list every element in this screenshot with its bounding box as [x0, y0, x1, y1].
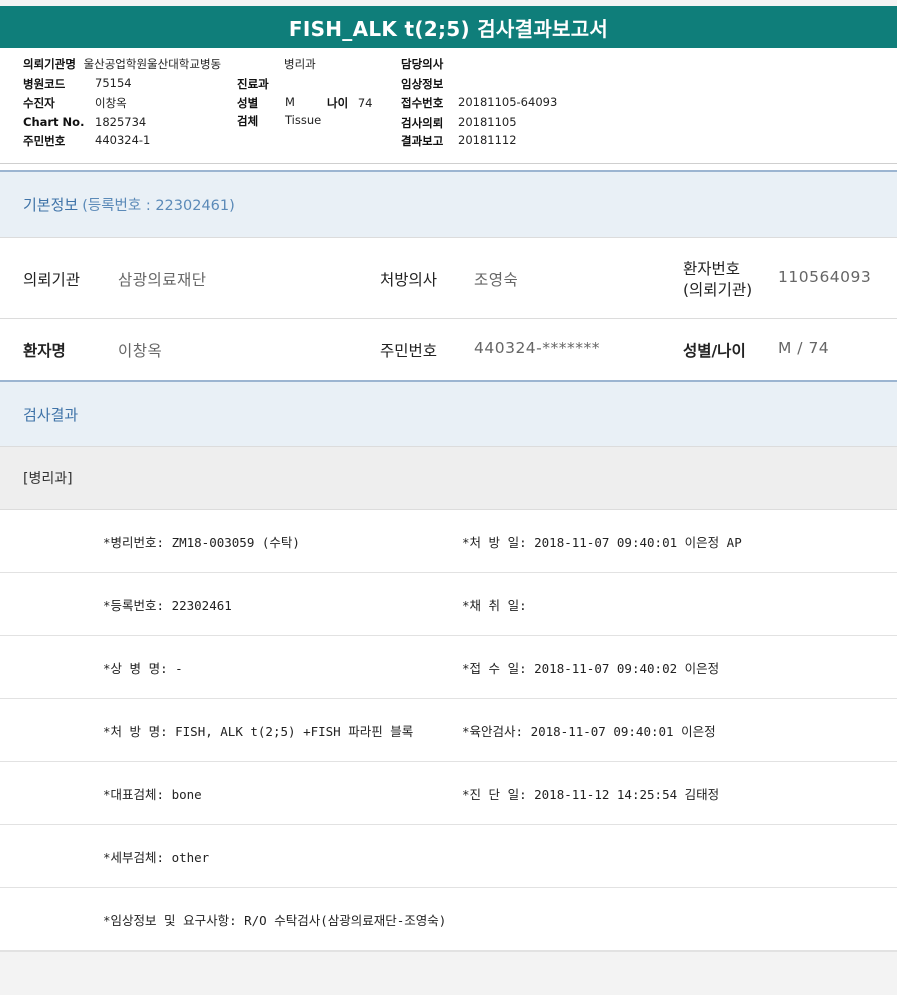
header-label: 결과보고 — [401, 134, 444, 148]
divider — [0, 164, 897, 172]
header-label: Chart No. — [23, 115, 85, 129]
header-field-age: 나이 74 — [327, 95, 372, 111]
header-value-specimen: Tissue — [285, 113, 322, 127]
sex-age-label: 성별/나이 — [683, 342, 746, 360]
header-field-sex: 성별 — [237, 95, 258, 111]
header-label: 수진자 — [23, 96, 55, 110]
result-row: *대표검체: bone *진 단 일: 2018-11-12 14:25:54 … — [0, 762, 897, 825]
institution-label: 의뢰기관 — [23, 271, 81, 289]
report-header-info: 의뢰기관명 울산공업학원울산대학교병동 병원코드 75154 수진자 이창옥 C… — [0, 48, 897, 164]
result-row: *등록번호: 22302461 *채 취 일: — [0, 573, 897, 636]
header-value-request-date: 20181105 — [458, 115, 517, 129]
result-row: *처 방 명: FISH, ALK t(2;5) +FISH 파라핀 블록 *육… — [0, 699, 897, 762]
header-label: 검체 — [237, 114, 259, 128]
header-value-report-date: 20181112 — [458, 133, 517, 147]
result-left: *임상정보 및 요구사항: R/O 수탁검사(삼광의료재단-조영숙) — [103, 913, 447, 928]
header-field-accession-no: 접수번호 — [401, 95, 443, 111]
bottom-band — [0, 951, 897, 995]
result-row: *임상정보 및 요구사항: R/O 수탁검사(삼광의료재단-조영숙) — [0, 888, 897, 951]
header-label: 의뢰기관명 — [23, 57, 76, 71]
header-value: 울산공업학원울산대학교병동 — [83, 57, 222, 71]
header-value-patient: 이창옥 — [95, 96, 127, 110]
report-title: FISH_ALK t(2;5) 검사결과보고서 — [0, 6, 897, 48]
patient-number-label: 환자번호 — [683, 260, 741, 278]
department-header: [병리과] — [0, 446, 897, 510]
header-label: 접수번호 — [401, 96, 444, 110]
header-field-request-date: 검사의뢰 — [401, 115, 443, 131]
result-right: *처 방 일: 2018-11-07 09:40:01 이은정 AP — [462, 535, 742, 550]
report-title-text: FISH_ALK t(2;5) 검사결과보고서 — [288, 16, 609, 41]
result-left: *세부검체: other — [103, 850, 210, 865]
header-value-sex: M — [285, 95, 295, 109]
doctor-value: 조영숙 — [474, 271, 519, 289]
results-section-header: 검사결과 — [0, 382, 897, 446]
header-field-institution: 의뢰기관명 울산공업학원울산대학교병동 — [23, 56, 221, 72]
patient-number-value: 110564093 — [778, 268, 872, 286]
header-field-rrn: 주민번호 — [23, 133, 65, 149]
header-value-accession-no: 20181105-64093 — [458, 95, 558, 109]
header-field-clinical-info: 임상정보 — [401, 76, 443, 92]
registration-number: (등록번호 : 22302461) — [82, 198, 235, 214]
header-label: 검사의뢰 — [401, 116, 444, 130]
result-left: *대표검체: bone — [103, 787, 202, 802]
header-label: 주민번호 — [23, 134, 66, 148]
patient-name-label: 환자명 — [23, 342, 66, 360]
header-value-rrn: 440324-1 — [95, 133, 151, 147]
result-row: *세부검체: other — [0, 825, 897, 888]
institution-value: 삼광의료재단 — [118, 271, 207, 289]
result-row: *병리번호: ZM18-003059 (수탁) *처 방 일: 2018-11-… — [0, 510, 897, 573]
result-right: *진 단 일: 2018-11-12 14:25:54 김태정 — [462, 787, 720, 802]
patient-number-sublabel: (의뢰기관) — [683, 281, 753, 299]
header-label: 병원코드 — [23, 77, 66, 91]
header-field-specimen: 검체 — [237, 113, 258, 129]
doctor-label: 처방의사 — [380, 271, 438, 289]
header-value-chart-no: 1825734 — [95, 115, 147, 129]
department-label: [병리과] — [23, 471, 73, 487]
results-title: 검사결과 — [23, 405, 79, 424]
result-left: *병리번호: ZM18-003059 (수탁) — [103, 535, 300, 550]
basic-info-row-2: 환자명 이창옥 주민번호 440324-******* 성별/나이 M / 74 — [0, 319, 897, 382]
patient-name-value: 이창옥 — [118, 342, 163, 360]
basic-info-title: 기본정보 — [23, 196, 79, 214]
result-left: *등록번호: 22302461 — [103, 598, 232, 613]
header-label: 나이 — [327, 96, 349, 110]
result-left: *처 방 명: FISH, ALK t(2;5) +FISH 파라핀 블록 — [103, 724, 414, 739]
header-field-chart-no: Chart No. — [23, 115, 84, 129]
result-right: *접 수 일: 2018-11-07 09:40:02 이은정 — [462, 661, 720, 676]
header-field-patient: 수진자 — [23, 95, 55, 111]
result-right: *육안검사: 2018-11-07 09:40:01 이은정 — [462, 724, 716, 739]
basic-info-row-1: 의뢰기관 삼광의료재단 처방의사 조영숙 환자번호 (의뢰기관) 1105640… — [0, 237, 897, 319]
header-field-doctor: 담당의사 — [401, 56, 443, 72]
sex-age-value: M / 74 — [778, 339, 830, 357]
header-label: 성별 — [237, 96, 259, 110]
basic-info-section-header: 기본정보 (등록번호 : 22302461) — [0, 172, 897, 237]
header-label: 담당의사 — [401, 57, 444, 71]
result-left: *상 병 명: - — [103, 661, 183, 676]
header-label: 임상정보 — [401, 77, 444, 91]
result-row: *상 병 명: - *접 수 일: 2018-11-07 09:40:02 이은… — [0, 636, 897, 699]
header-value-age: 74 — [357, 96, 373, 110]
results-list: *병리번호: ZM18-003059 (수탁) *처 방 일: 2018-11-… — [0, 510, 897, 951]
header-value-ward: 병리과 — [284, 57, 316, 71]
header-field-report-date: 결과보고 — [401, 133, 443, 149]
rrn-label: 주민번호 — [380, 342, 438, 360]
rrn-value: 440324-******* — [474, 339, 601, 357]
result-right: *채 취 일: — [462, 598, 527, 613]
header-field-hospital-code: 병원코드 — [23, 76, 65, 92]
header-field-department: 진료과 — [237, 76, 269, 92]
header-value-hospital-code: 75154 — [95, 76, 132, 90]
header-label: 진료과 — [237, 77, 269, 91]
